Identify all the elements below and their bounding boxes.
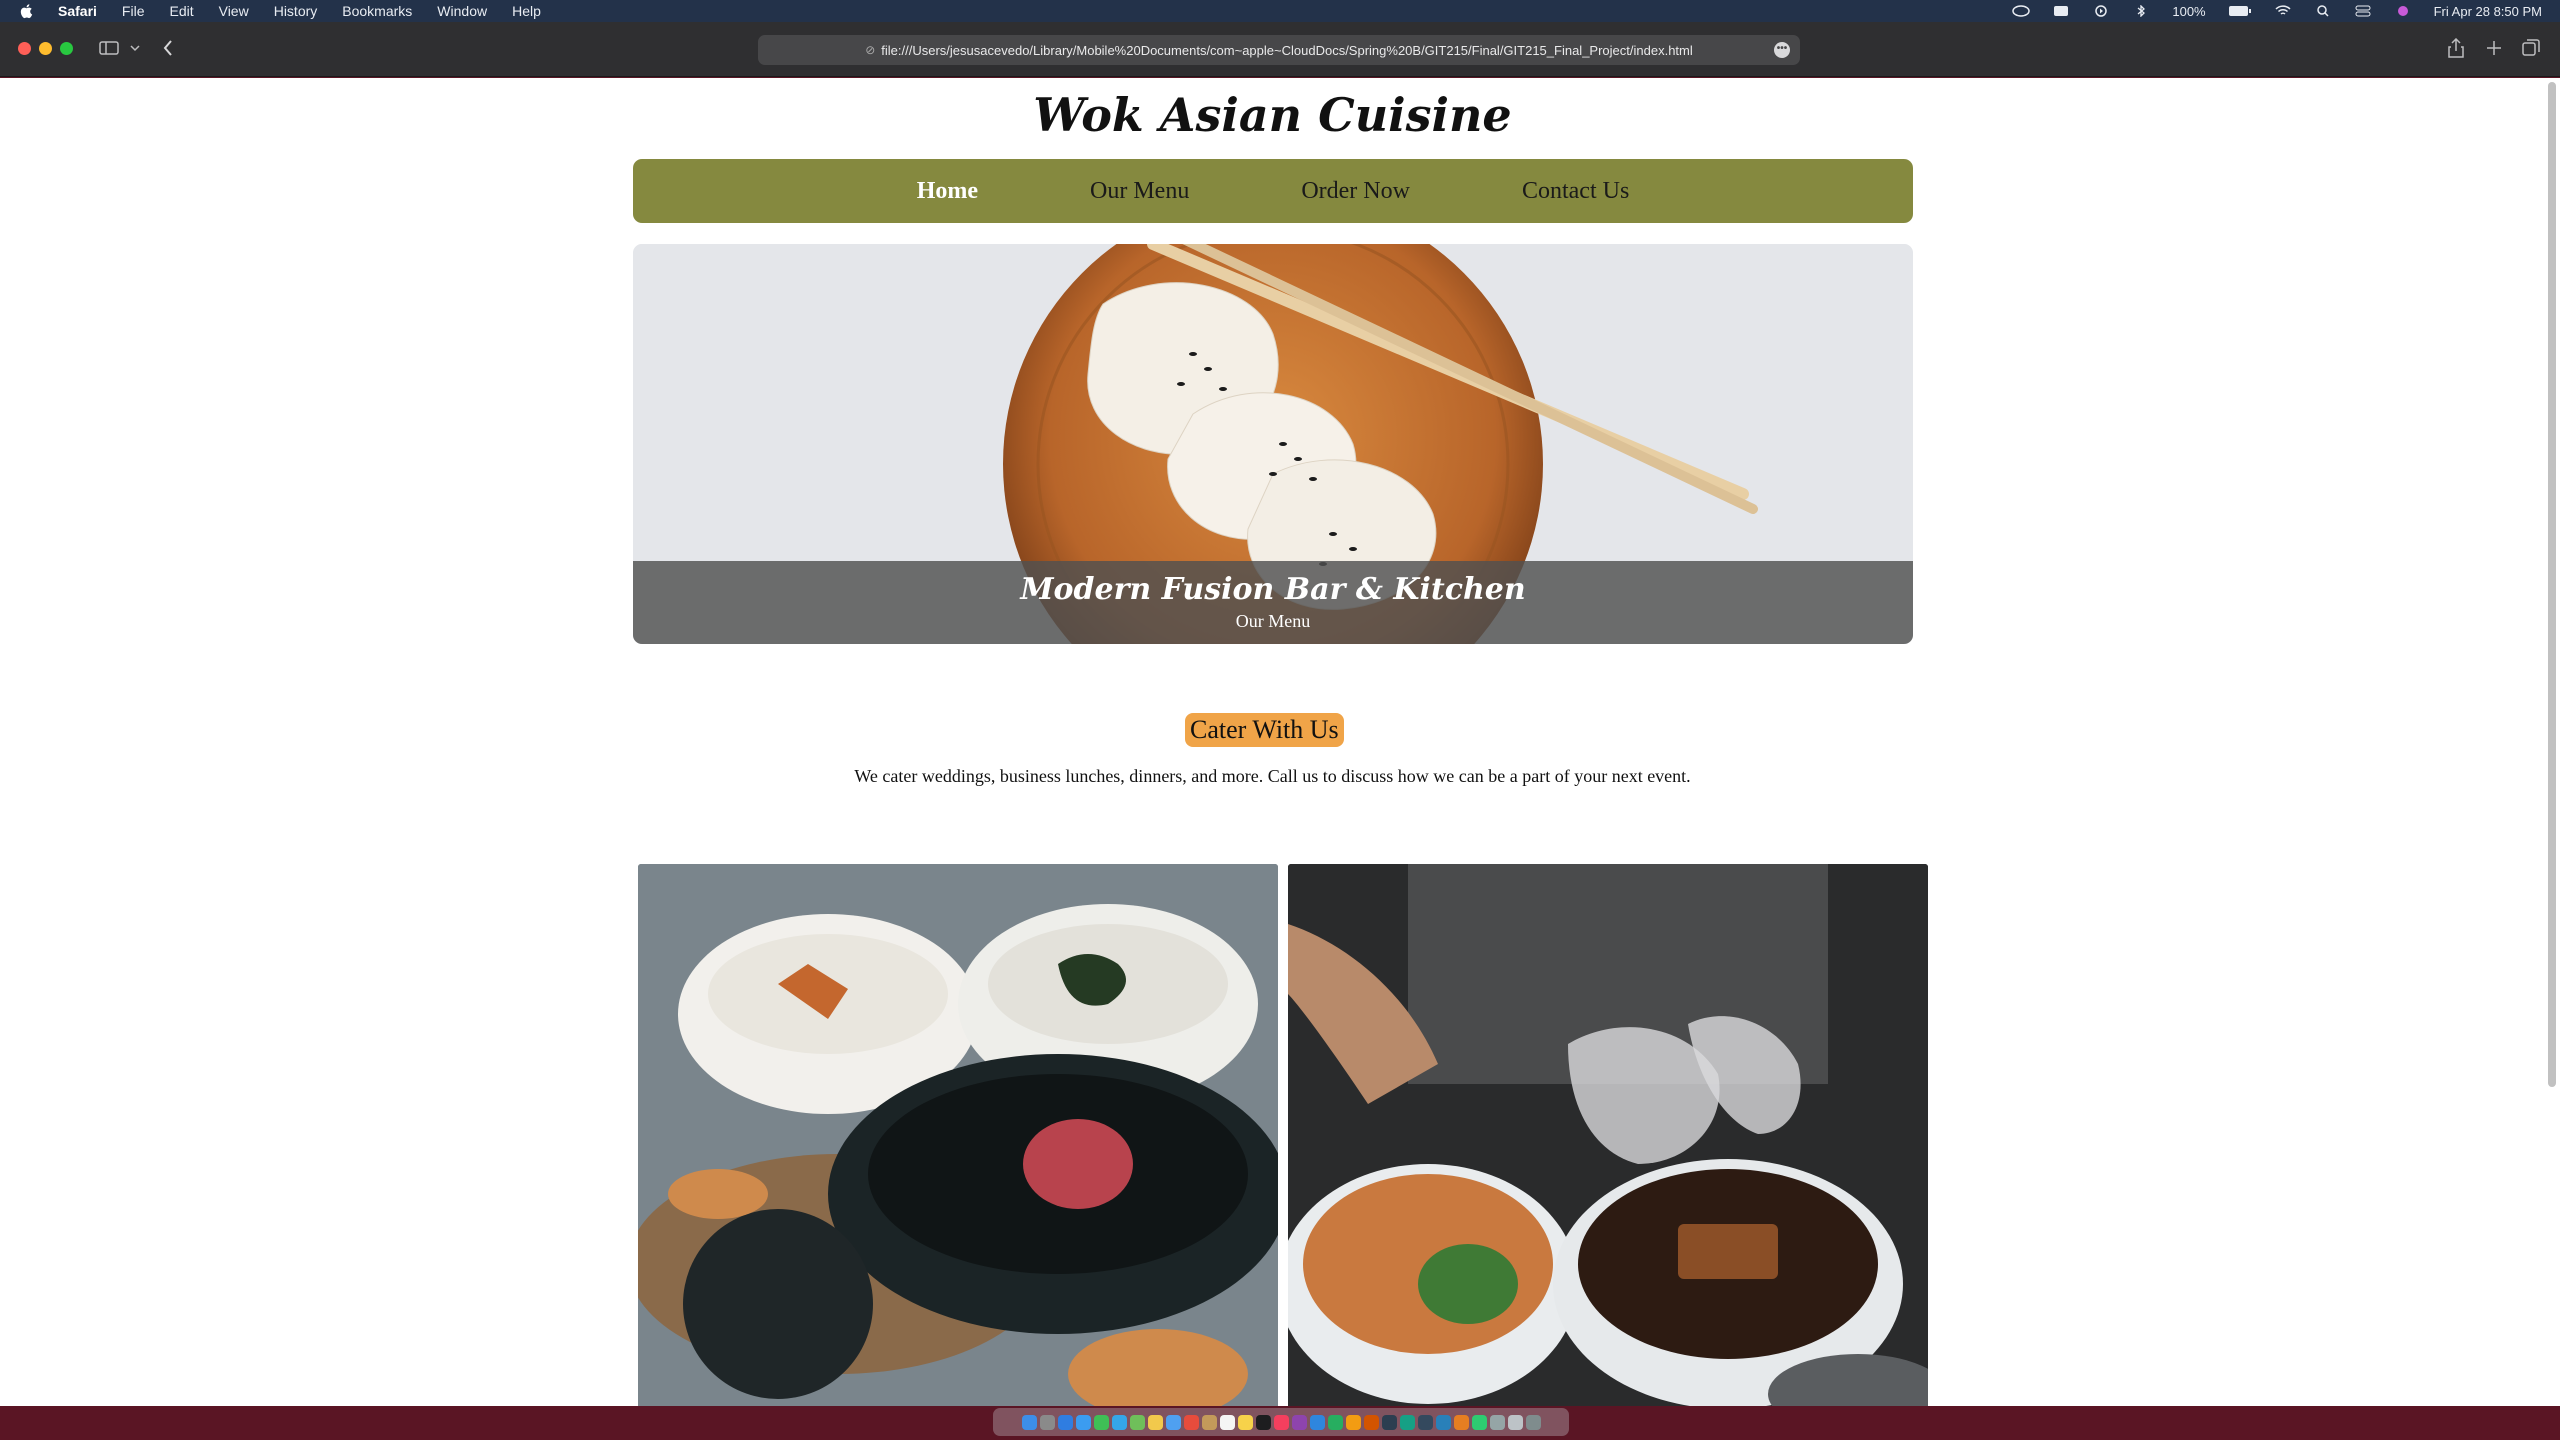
launchpad-icon[interactable] bbox=[1039, 1414, 1055, 1430]
share-icon bbox=[2448, 38, 2464, 58]
nav-contact-us[interactable]: Contact Us bbox=[1466, 178, 1685, 205]
address-bar[interactable]: ⊘ file:///Users/jesusacevedo/Library/Mob… bbox=[758, 35, 1800, 65]
powerpoint-icon[interactable] bbox=[1453, 1414, 1469, 1430]
music-icon[interactable] bbox=[1273, 1414, 1289, 1430]
excel-icon[interactable] bbox=[1471, 1414, 1487, 1430]
control-center-icon[interactable] bbox=[2354, 5, 2372, 17]
tab-overview-button[interactable] bbox=[2520, 36, 2542, 60]
plus-icon bbox=[2487, 41, 2501, 55]
podcasts-icon[interactable] bbox=[1291, 1414, 1307, 1430]
terminal-icon[interactable] bbox=[1417, 1414, 1433, 1430]
page-menu-icon[interactable]: ••• bbox=[1774, 42, 1790, 58]
chevron-left-icon bbox=[163, 40, 172, 56]
battery-percent: 100% bbox=[2172, 3, 2206, 19]
numbers-icon[interactable] bbox=[1327, 1414, 1343, 1430]
browser-toolbar: ⊘ file:///Users/jesusacevedo/Library/Mob… bbox=[0, 22, 2560, 77]
safari-icon[interactable] bbox=[1075, 1414, 1091, 1430]
menu-history[interactable]: History bbox=[274, 3, 318, 19]
word-icon[interactable] bbox=[1435, 1414, 1451, 1430]
hero-menu-link[interactable]: Our Menu bbox=[633, 611, 1913, 632]
vscode-icon[interactable] bbox=[1399, 1414, 1415, 1430]
back-button[interactable] bbox=[158, 36, 178, 60]
dock bbox=[993, 1408, 1569, 1436]
tab-overview-icon bbox=[2522, 39, 2540, 56]
site-title: Wok Asian Cuisine bbox=[1033, 88, 1512, 142]
mail-icon[interactable] bbox=[1111, 1414, 1127, 1430]
page-scrollbar[interactable] bbox=[2548, 82, 2556, 1087]
apple-logo-icon[interactable] bbox=[18, 2, 36, 20]
wifi-icon[interactable] bbox=[2274, 5, 2292, 17]
sidebar-toggle-button[interactable] bbox=[96, 36, 122, 60]
hero-title: Modern Fusion Bar & Kitchen bbox=[1020, 572, 1526, 607]
maps-icon[interactable] bbox=[1129, 1414, 1145, 1430]
bluetooth-icon[interactable] bbox=[2132, 5, 2150, 17]
chevron-down-icon bbox=[130, 45, 140, 52]
nav-order-now[interactable]: Order Now bbox=[1245, 178, 1466, 205]
photoshop-icon[interactable] bbox=[1381, 1414, 1397, 1430]
menu-bookmarks[interactable]: Bookmarks bbox=[342, 3, 412, 19]
app-store-icon[interactable] bbox=[1057, 1414, 1073, 1430]
food-bowls-image bbox=[638, 864, 1278, 1406]
reminders-icon[interactable] bbox=[1219, 1414, 1235, 1430]
url-text[interactable]: file:///Users/jesusacevedo/Library/Mobil… bbox=[881, 43, 1692, 58]
siri-icon[interactable] bbox=[2394, 5, 2412, 17]
creative-cloud-icon[interactable] bbox=[2012, 5, 2031, 17]
hero-banner: Modern Fusion Bar & Kitchen Our Menu bbox=[633, 244, 1913, 644]
menu-window[interactable]: Window bbox=[437, 3, 487, 19]
chef-plating-photo bbox=[1288, 864, 1928, 1406]
menu-help[interactable]: Help bbox=[512, 3, 541, 19]
contacts-icon[interactable] bbox=[1201, 1414, 1217, 1430]
menu-edit[interactable]: Edit bbox=[169, 3, 193, 19]
food-bowls-photo bbox=[638, 864, 1278, 1406]
messages-icon[interactable] bbox=[1093, 1414, 1109, 1430]
chef-plating-image bbox=[1288, 864, 1928, 1406]
photos-icon[interactable] bbox=[1147, 1414, 1163, 1430]
page-info-icon: ⊘ bbox=[865, 43, 876, 57]
pages-icon[interactable] bbox=[1345, 1414, 1361, 1430]
downloads-icon[interactable] bbox=[1507, 1414, 1523, 1430]
system-settings-icon[interactable] bbox=[1489, 1414, 1505, 1430]
battery-icon[interactable] bbox=[2228, 5, 2252, 17]
play-circle-icon[interactable] bbox=[2092, 5, 2110, 17]
spotlight-search-icon[interactable] bbox=[2314, 5, 2332, 17]
main-nav: Home Our Menu Order Now Contact Us bbox=[633, 159, 1913, 223]
new-tab-button[interactable] bbox=[2483, 36, 2505, 60]
zoom-window-button[interactable] bbox=[60, 42, 73, 55]
window-controls bbox=[18, 42, 73, 55]
menu-app-safari[interactable]: Safari bbox=[58, 3, 97, 19]
nav-home[interactable]: Home bbox=[861, 178, 1034, 205]
wallet-icon[interactable] bbox=[2052, 5, 2070, 17]
finder-icon[interactable] bbox=[1021, 1414, 1037, 1430]
trash-icon[interactable] bbox=[1525, 1414, 1541, 1430]
keynote-icon[interactable] bbox=[1309, 1414, 1325, 1430]
minimize-window-button[interactable] bbox=[39, 42, 52, 55]
calendar-icon[interactable] bbox=[1183, 1414, 1199, 1430]
sidebar-options-button[interactable] bbox=[128, 36, 142, 60]
menu-file[interactable]: File bbox=[122, 3, 145, 19]
cater-description: We cater weddings, business lunches, din… bbox=[854, 766, 1691, 786]
notes-icon[interactable] bbox=[1237, 1414, 1253, 1430]
menu-view[interactable]: View bbox=[219, 3, 249, 19]
close-window-button[interactable] bbox=[18, 42, 31, 55]
web-page: Wok Asian Cuisine Home Our Menu Order No… bbox=[0, 78, 2560, 1406]
tv-icon[interactable] bbox=[1255, 1414, 1271, 1430]
illustrator-icon[interactable] bbox=[1363, 1414, 1379, 1430]
nav-our-menu[interactable]: Our Menu bbox=[1034, 178, 1245, 205]
hero-caption: Modern Fusion Bar & Kitchen Our Menu bbox=[633, 561, 1913, 644]
menu-bar: Safari File Edit View History Bookmarks … bbox=[0, 0, 2560, 22]
menubar-clock[interactable]: Fri Apr 28 8:50 PM bbox=[2434, 4, 2542, 19]
cater-heading: Cater With Us bbox=[1185, 713, 1344, 747]
share-button[interactable] bbox=[2445, 36, 2467, 60]
facetime-icon[interactable] bbox=[1165, 1414, 1181, 1430]
sidebar-icon bbox=[99, 41, 119, 55]
